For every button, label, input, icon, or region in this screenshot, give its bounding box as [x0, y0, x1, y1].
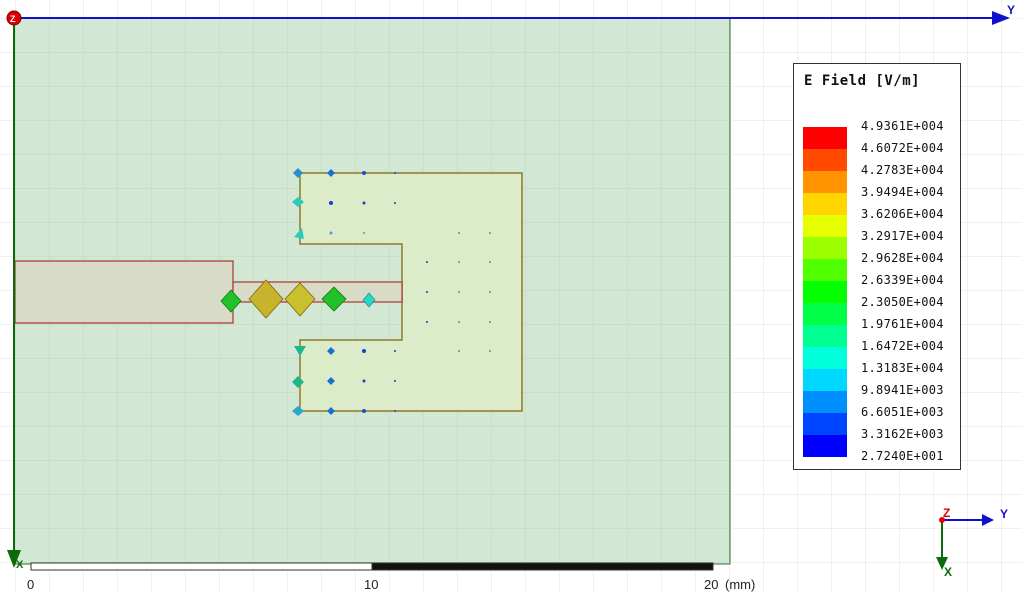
- field-marker: [362, 349, 366, 353]
- field-marker: [426, 291, 428, 293]
- scale-tick-20: 20: [704, 577, 719, 592]
- y-axis-label: Y: [1007, 3, 1015, 17]
- x-axis-label: X: [16, 559, 24, 571]
- scale-tick-0: 0: [27, 577, 35, 592]
- feed-line[interactable]: [14, 260, 234, 324]
- legend-swatch: [803, 237, 847, 259]
- legend-title: E Field [V/m]: [804, 73, 921, 89]
- field-marker: [489, 232, 491, 234]
- field-marker: [489, 350, 491, 352]
- legend-swatch: [803, 215, 847, 237]
- field-marker: [426, 261, 428, 263]
- legend-value: 3.2917E+004: [861, 229, 944, 243]
- legend-value: 6.6051E+003: [861, 405, 944, 419]
- z-axis-label: Z: [10, 14, 16, 24]
- triad-y-label: Y: [1000, 507, 1008, 521]
- field-marker: [362, 379, 366, 383]
- legend-swatch: [803, 325, 847, 347]
- legend-swatch: [803, 193, 847, 215]
- field-marker: [458, 291, 460, 293]
- field-marker: [394, 202, 396, 204]
- field-marker: [362, 231, 366, 235]
- legend-value: 9.8941E+003: [861, 383, 944, 397]
- legend-swatch: [803, 259, 847, 281]
- field-marker: [489, 321, 491, 323]
- legend-swatch: [803, 347, 847, 369]
- legend-value: 4.6072E+004: [861, 141, 944, 155]
- legend-value: 3.9494E+004: [861, 185, 944, 199]
- field-marker: [458, 261, 460, 263]
- field-marker: [489, 261, 491, 263]
- field-marker: [329, 231, 333, 235]
- legend-value: 3.6206E+004: [861, 207, 944, 221]
- legend-value: 2.9628E+004: [861, 251, 944, 265]
- field-marker: [458, 321, 460, 323]
- field-marker: [394, 350, 396, 352]
- legend-value: 1.3183E+004: [861, 361, 944, 375]
- legend-swatch: [803, 171, 847, 193]
- field-marker: [489, 291, 491, 293]
- field-marker: [458, 350, 460, 352]
- scale-tick-10: 10: [364, 577, 379, 592]
- legend-value: 1.9761E+004: [861, 317, 944, 331]
- legend-swatch: [803, 303, 847, 325]
- legend-swatch: [803, 369, 847, 391]
- field-marker: [394, 380, 396, 382]
- field-marker: [362, 171, 366, 175]
- legend-value: 2.6339E+004: [861, 273, 944, 287]
- scale-unit: (mm): [725, 577, 756, 592]
- legend-swatch: [803, 127, 847, 149]
- legend-value: 4.2783E+004: [861, 163, 944, 177]
- legend-value: 2.7240E+001: [861, 449, 944, 463]
- legend-value: 3.3162E+003: [861, 427, 944, 441]
- legend-swatch: [803, 435, 847, 457]
- e-field-legend[interactable]: E Field [V/m] 4.9361E+004 4.6072E+004 4.27…: [793, 63, 961, 470]
- field-marker: [362, 409, 366, 413]
- field-marker: [394, 410, 396, 412]
- legend-value: 2.3050E+004: [861, 295, 944, 309]
- scale-bar: [30, 562, 714, 571]
- field-marker: [329, 201, 333, 205]
- field-marker: [458, 232, 460, 234]
- legend-swatch: [803, 149, 847, 171]
- legend-value: 4.9361E+004: [861, 119, 944, 133]
- legend-swatch: [803, 391, 847, 413]
- field-marker: [426, 321, 428, 323]
- field-marker: [394, 172, 396, 174]
- triad-z-label: Z: [943, 506, 950, 520]
- legend-value: 1.6472E+004: [861, 339, 944, 353]
- field-marker: [362, 201, 366, 205]
- legend-swatch: [803, 413, 847, 435]
- triad-x-label: X: [944, 565, 952, 579]
- legend-swatch: [803, 281, 847, 303]
